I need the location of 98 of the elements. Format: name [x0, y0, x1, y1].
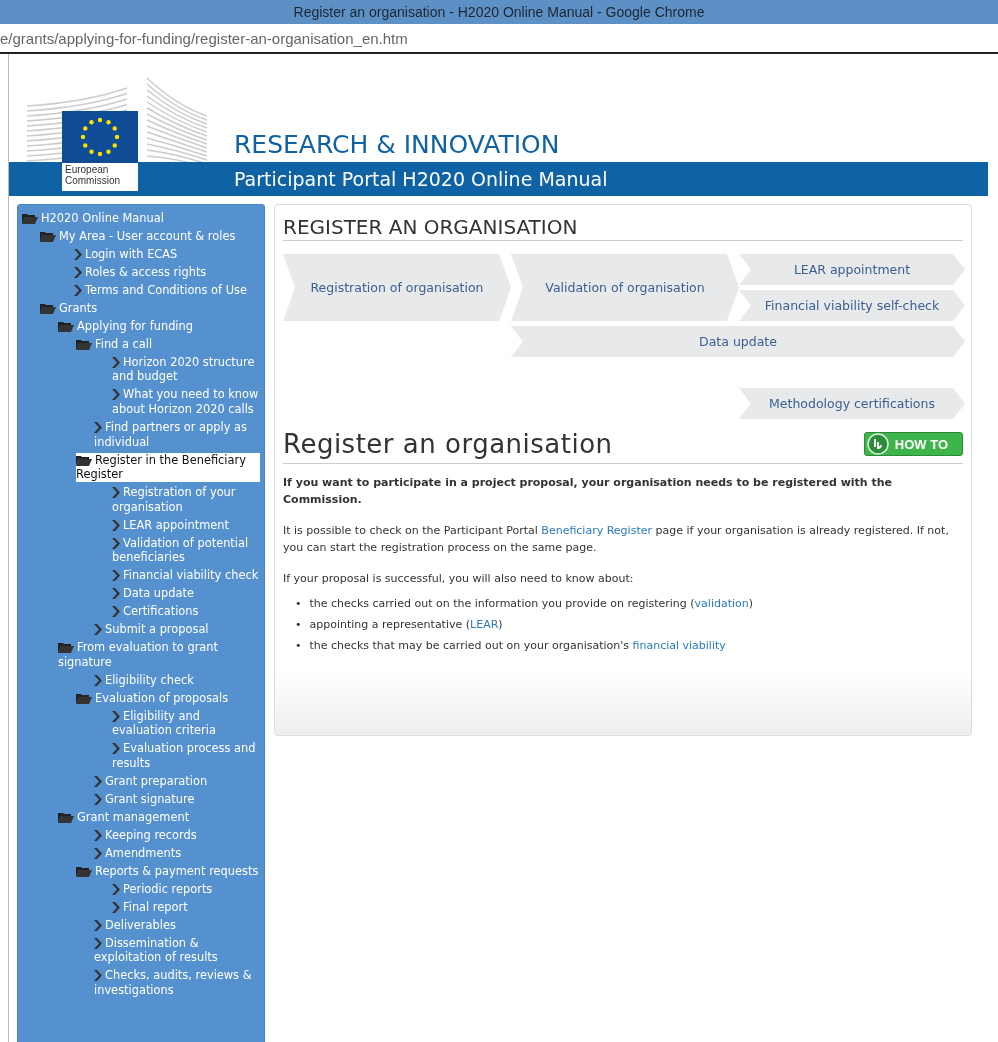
chevron-icon	[94, 793, 102, 805]
bullet-text: appointing a representative (LEAR)	[309, 617, 503, 633]
folder-icon	[40, 230, 56, 242]
text-link[interactable]: Beneficiary Register	[541, 524, 652, 537]
chevron-icon	[94, 674, 102, 686]
bullet-marker: •	[295, 638, 302, 654]
tree-item[interactable]: Data update	[112, 586, 194, 601]
chevron-icon	[112, 606, 120, 618]
tree-item[interactable]: Reports & payment requests	[76, 863, 259, 879]
tree-item[interactable]: Evaluation process and results	[112, 741, 260, 771]
chevron-icon	[94, 422, 102, 434]
site-subtitle: Participant Portal H2020 Online Manual	[234, 168, 608, 190]
text-link[interactable]: financial viability	[632, 639, 726, 652]
tree-item[interactable]: Terms and Conditions of Use	[74, 282, 247, 298]
chevron-icon	[112, 588, 120, 600]
tree-item[interactable]: Checks, audits, reviews & investigations	[94, 968, 260, 998]
chevron-icon	[94, 847, 102, 859]
intro-text: If you want to participate in a project proposal, your organisation needs to be registered with the Commission.	[283, 475, 894, 508]
power-icon	[866, 433, 889, 455]
folder-icon	[22, 212, 38, 224]
tree-item[interactable]: Keeping records	[94, 827, 197, 843]
process-step[interactable]: Financial viability self-check	[739, 290, 965, 321]
bullet-marker: •	[295, 617, 302, 633]
tree-item[interactable]: Roles & access rights	[74, 264, 207, 280]
tree-item[interactable]: H2020 Online Manual	[22, 211, 164, 226]
tree-item[interactable]: Dissemination & exploitation of results	[94, 935, 260, 965]
tree-item[interactable]: Register in the Beneficiary Register	[76, 452, 260, 482]
tree-item[interactable]: Evaluation of proposals	[76, 690, 229, 706]
bullet-marker: •	[295, 596, 302, 612]
address-bar[interactable]: e/grants/applying-for-funding/register-an-organisation_en.htm	[0, 24, 998, 54]
tree-item[interactable]: Deliverables	[94, 917, 176, 933]
folder-icon	[58, 641, 74, 654]
chevron-icon	[74, 284, 82, 296]
tree-item[interactable]: Grant management	[58, 809, 190, 825]
howto-button[interactable]: HOW TO	[863, 432, 963, 456]
section-title: REGISTER AN ORGANISATION	[283, 213, 963, 241]
text-link[interactable]: validation	[694, 597, 749, 610]
tree-item[interactable]: Grant signature	[94, 791, 195, 807]
tree-item[interactable]: Grants	[40, 300, 98, 316]
chevron-icon	[94, 970, 102, 982]
folder-icon	[76, 337, 92, 350]
tree-item[interactable]: Validation of potential beneficiaries	[112, 535, 260, 565]
process-step[interactable]: Data update	[511, 326, 965, 357]
process-step[interactable]: Methodology certifications	[739, 388, 965, 419]
tree-item[interactable]: Registration of your organisation	[112, 485, 260, 515]
folder-icon	[76, 691, 92, 704]
tree-item[interactable]: Certifications	[112, 604, 199, 619]
page-title: Register an organisation	[283, 429, 613, 459]
chevron-icon	[112, 570, 120, 582]
tree-item[interactable]: Horizon 2020 structure and budget	[112, 354, 260, 385]
chevron-icon	[112, 537, 120, 549]
tree-item[interactable]: Periodic reports	[112, 881, 213, 897]
logo: European Commission	[62, 111, 138, 191]
tree-item[interactable]: Find a call	[76, 336, 153, 352]
chevron-icon	[74, 266, 82, 278]
chevron-icon	[112, 710, 120, 722]
tree-item[interactable]: Eligibility check	[94, 672, 194, 688]
tree-item[interactable]: Grant preparation	[94, 773, 208, 789]
bullet-text: the checks carried out on the information you provide on registering (validation)	[309, 596, 754, 612]
tree-item[interactable]: Submit a proposal	[94, 622, 209, 637]
process-step[interactable]: LEAR appointment	[739, 254, 965, 285]
folder-icon	[58, 319, 74, 332]
body-text: If your proposal is successful, you will also need to know about:	[283, 571, 635, 587]
tree-item[interactable]: Financial viability check	[112, 568, 259, 583]
tree-item[interactable]: Final report	[112, 899, 188, 915]
tree-item[interactable]: From evaluation to grant signature	[58, 640, 260, 670]
chevron-icon	[112, 487, 120, 499]
process-step[interactable]: Registration of organisation	[283, 254, 511, 321]
tree-item[interactable]: Amendments	[94, 845, 182, 861]
chevron-icon	[94, 624, 102, 636]
chevron-icon	[112, 901, 120, 913]
chevron-icon	[74, 248, 82, 260]
tree-item[interactable]: Eligibility and evaluation criteria	[112, 708, 260, 738]
tree-item[interactable]: Login with ECAS	[74, 246, 178, 262]
tree-item[interactable]: Find partners or apply as individual	[94, 420, 260, 450]
bullet-text: the checks that may be carried out on your organisation's financial viability	[309, 638, 726, 654]
tree-item[interactable]: My Area - User account & roles	[40, 229, 236, 244]
chevron-icon	[112, 743, 120, 755]
tree-item[interactable]: What you need to know about Horizon 2020 calls	[112, 387, 260, 417]
site-title: RESEARCH & INNOVATION	[234, 130, 560, 159]
chevron-icon	[94, 937, 102, 949]
folder-icon	[76, 864, 92, 877]
chevron-icon	[112, 519, 120, 531]
folder-icon	[40, 301, 56, 314]
chevron-icon	[94, 919, 102, 931]
window-title: Register an organisation - H2020 Online Manual - Google Chrome	[0, 0, 998, 24]
process-step[interactable]: Validation of organisation	[511, 254, 739, 321]
chevron-icon	[112, 356, 120, 368]
folder-icon	[76, 453, 92, 466]
chevron-icon	[94, 829, 102, 841]
tree-item[interactable]: LEAR appointment	[112, 517, 229, 533]
body-text: It is possible to check on the Participant Portal Beneficiary Register page if your organisation is already registered. If not, you can start the registration process on the same page.	[283, 523, 950, 556]
chevron-icon	[112, 389, 120, 401]
text-link[interactable]: LEAR	[470, 618, 499, 631]
folder-icon	[58, 810, 74, 823]
tree-item[interactable]: Applying for funding	[58, 318, 193, 334]
chevron-icon	[94, 775, 102, 787]
chevron-icon	[112, 883, 120, 895]
